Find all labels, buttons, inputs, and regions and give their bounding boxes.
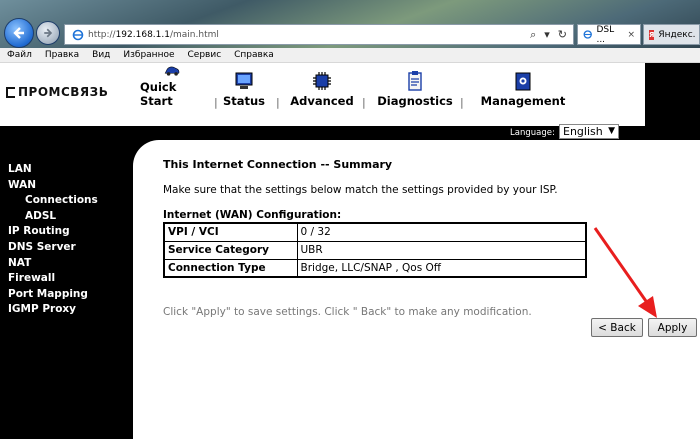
refresh-icon[interactable]: ↻ xyxy=(558,28,567,42)
sidebar-item-wan[interactable]: WAN xyxy=(8,178,98,194)
table-row: Service Category UBR xyxy=(163,240,587,260)
sidebar-item-dns-server[interactable]: DNS Server xyxy=(8,240,98,256)
language-label: Language: xyxy=(510,128,555,138)
tab-dsl[interactable]: DSL ... × xyxy=(577,24,641,45)
nav-quick-start[interactable]: Quick Start xyxy=(140,63,204,126)
nav-separator: | xyxy=(214,96,218,109)
table-row: Connection Type Bridge, LLC/SNAP , Qos O… xyxy=(163,258,587,278)
table-cell-value: UBR xyxy=(296,240,587,260)
logo-mark-icon xyxy=(6,86,15,98)
menu-item-file[interactable]: Файл xyxy=(0,48,38,62)
apply-hint-text: Click "Apply" to save settings. Click " … xyxy=(163,306,532,318)
monitor-icon xyxy=(235,72,253,89)
address-bar[interactable]: http://192.168.1.1/main.html ⌕ ▾ ↻ xyxy=(64,24,574,45)
sidebar-item-igmp-proxy[interactable]: IGMP Proxy xyxy=(8,302,98,318)
menu-item-view[interactable]: Вид xyxy=(85,48,116,62)
browser-toolbar: http://192.168.1.1/main.html ⌕ ▾ ↻ DSL .… xyxy=(0,0,700,48)
table-cell-value: Bridge, LLC/SNAP , Qos Off xyxy=(296,258,587,278)
summary-description: Make sure that the settings below match … xyxy=(163,184,558,196)
table-cell-label: VPI / VCI xyxy=(163,222,298,242)
wan-config-table: VPI / VCI 0 / 32 Service Category UBR Co… xyxy=(163,222,587,278)
table-cell-label: Service Category xyxy=(163,240,298,260)
red-arrow-icon xyxy=(593,227,657,318)
book-icon xyxy=(515,72,531,91)
brand-logo: ПРОМСВЯЗЬ xyxy=(6,85,108,99)
tab-label: DSL ... xyxy=(596,24,615,45)
sidebar-item-ip-routing[interactable]: IP Routing xyxy=(8,224,98,240)
nav-separator: | xyxy=(460,96,464,109)
header-black-strip xyxy=(645,63,700,126)
tab-yandex[interactable]: Я Яндекс. xyxy=(643,24,700,45)
sidebar-item-lan[interactable]: LAN xyxy=(8,162,98,178)
nav-diagnostics[interactable]: Diagnostics xyxy=(377,63,453,126)
nav-advanced[interactable]: Advanced xyxy=(290,63,354,126)
sidebar-menu: LAN WAN Connections ADSL IP Routing DNS … xyxy=(8,162,98,318)
clipboard-icon xyxy=(408,71,422,91)
sidebar-item-nat[interactable]: NAT xyxy=(8,256,98,272)
browser-menubar: Файл Правка Вид Избранное Сервис Справка xyxy=(0,48,700,63)
menu-item-help[interactable]: Справка xyxy=(227,48,280,62)
table-row: VPI / VCI 0 / 32 xyxy=(163,222,587,242)
menu-item-edit[interactable]: Правка xyxy=(38,48,85,62)
sidebar-item-adsl[interactable]: ADSL xyxy=(8,209,98,225)
chevron-down-icon: ▼ xyxy=(608,126,615,136)
table-cell-value: 0 / 32 xyxy=(296,222,587,242)
chip-icon xyxy=(313,72,331,90)
sidebar-item-connections[interactable]: Connections xyxy=(8,193,98,209)
nav-management[interactable]: Management xyxy=(481,63,565,126)
search-icon[interactable]: ⌕ xyxy=(530,28,536,42)
nav-separator: | xyxy=(276,96,280,109)
config-heading: Internet (WAN) Configuration: xyxy=(163,209,342,221)
ie-icon xyxy=(583,30,592,39)
back-arrow-icon xyxy=(13,27,24,39)
ie-icon xyxy=(71,28,84,41)
menu-item-tools[interactable]: Сервис xyxy=(181,48,228,62)
browser-back-button[interactable] xyxy=(4,18,34,48)
sidebar-item-firewall[interactable]: Firewall xyxy=(8,271,98,287)
yandex-icon: Я xyxy=(649,29,655,40)
nav-status[interactable]: Status xyxy=(222,63,266,126)
table-cell-label: Connection Type xyxy=(163,258,298,278)
forward-arrow-icon xyxy=(44,28,53,38)
sidebar-item-port-mapping[interactable]: Port Mapping xyxy=(8,287,98,303)
address-url[interactable]: http://192.168.1.1/main.html xyxy=(88,30,530,40)
browser-forward-button[interactable] xyxy=(36,21,60,45)
dropdown-icon[interactable]: ▾ xyxy=(544,28,550,42)
summary-content: This Internet Connection -- Summary Make… xyxy=(163,158,593,278)
nav-separator: | xyxy=(362,96,366,109)
tab-label: Яндекс. xyxy=(658,29,696,40)
close-icon[interactable]: × xyxy=(627,30,635,40)
page-title: This Internet Connection -- Summary xyxy=(163,158,393,171)
router-header: ПРОМСВЯЗЬ Quick Start | Status | Advance… xyxy=(0,63,645,126)
language-select[interactable]: English ▼ xyxy=(559,124,619,139)
menu-item-favorites[interactable]: Избранное xyxy=(116,48,180,62)
car-icon xyxy=(164,66,180,76)
